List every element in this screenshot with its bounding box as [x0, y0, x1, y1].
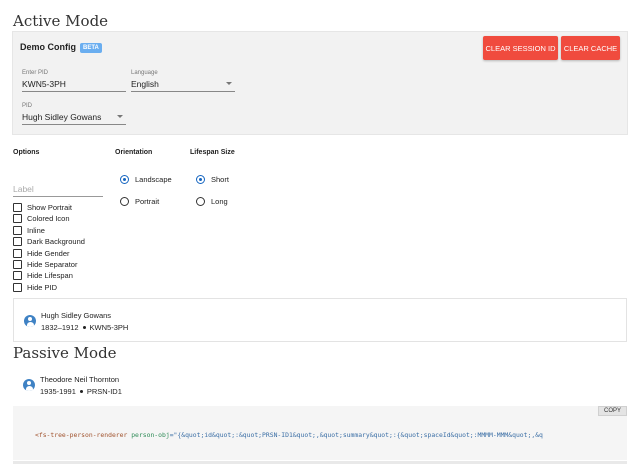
code-value: ="{&quot;id&quot;:&quot;PRSN-ID1&quot;,&…	[169, 431, 543, 439]
option-checkbox-row[interactable]: Colored Icon	[13, 213, 70, 224]
person-pid: PRSN-ID1	[86, 387, 122, 396]
lifespan-size-heading: Lifespan Size	[190, 149, 235, 156]
option-checkbox-row[interactable]: Dark Background	[13, 236, 85, 247]
separator-dot	[82, 325, 86, 329]
code-snippet-block: COPY <fs-tree-person-renderer person-obj…	[13, 406, 627, 460]
pid-label: PID	[22, 103, 33, 109]
enter-pid-label: Enter PID	[22, 70, 49, 76]
pid-selected: Hugh Sidley Gowans	[22, 112, 102, 122]
clear-session-id-button[interactable]: CLEAR SESSION ID	[483, 36, 558, 60]
orientation-heading: Orientation	[115, 149, 153, 156]
person-name: Hugh Sidley Gowans	[41, 311, 112, 320]
language-value[interactable]: English	[131, 79, 235, 92]
code-attr: person-obj	[131, 431, 170, 439]
demo-config-title: Demo Config BETA	[20, 42, 102, 53]
checkbox[interactable]	[13, 271, 22, 281]
lifespan-long-radio[interactable]: Long	[196, 196, 228, 207]
checkbox-label: Hide PID	[27, 282, 58, 292]
options-heading: Options	[13, 149, 40, 156]
radio-button-checked[interactable]	[120, 175, 129, 184]
separator-dot	[79, 389, 83, 393]
checkbox-label: Hide Lifespan	[27, 271, 73, 281]
checkbox[interactable]	[13, 225, 22, 235]
beta-badge: BETA	[80, 43, 102, 53]
checkbox-label: Hide Gender	[27, 248, 70, 258]
option-checkbox-row[interactable]: Inline	[13, 225, 45, 236]
checkbox[interactable]	[13, 260, 22, 269]
person-pid: KWN5-3PH	[89, 323, 129, 332]
language-label: Language	[131, 70, 158, 76]
lifespan-long-label: Long	[211, 197, 228, 206]
checkbox[interactable]	[13, 214, 22, 224]
checkbox-label: Colored Icon	[27, 214, 70, 224]
clear-cache-button[interactable]: CLEAR CACHE	[561, 36, 620, 60]
code-line: <fs-tree-person-renderer person-obj="{&q…	[35, 431, 543, 439]
person-meta: 1935-1991 PRSN-ID1	[40, 387, 122, 396]
radio-button[interactable]	[196, 197, 205, 206]
active-mode-title: Active Mode	[13, 12, 109, 30]
checkbox-label: Dark Background	[27, 237, 85, 247]
radio-button[interactable]	[120, 197, 129, 206]
enter-pid-input[interactable]: KWN5-3PH	[22, 79, 126, 92]
orientation-landscape-radio[interactable]: Landscape	[120, 174, 172, 185]
checkbox[interactable]	[13, 248, 22, 258]
checkbox-label: Show Portrait	[27, 203, 73, 212]
demo-config-label: Demo Config	[20, 42, 76, 52]
lifespan-short-radio[interactable]: Short	[196, 174, 229, 185]
horizontal-scrollbar[interactable]	[13, 461, 627, 464]
checkbox[interactable]	[13, 203, 22, 212]
orientation-landscape-label: Landscape	[135, 175, 172, 184]
option-checkbox-row[interactable]: Hide Gender	[13, 248, 70, 259]
pid-select[interactable]: PID Hugh Sidley Gowans	[22, 103, 126, 125]
orientation-portrait-label: Portrait	[135, 197, 160, 206]
person-name: Theodore Neil Thornton	[40, 375, 120, 384]
option-checkbox-row[interactable]: Show Portrait	[13, 202, 72, 213]
option-checkbox-row[interactable]: Hide Lifespan	[13, 270, 73, 281]
checkbox[interactable]	[13, 237, 22, 247]
orientation-portrait-radio[interactable]: Portrait	[120, 196, 159, 207]
language-select[interactable]: Language English	[131, 70, 235, 92]
person-icon	[23, 379, 35, 391]
passive-person-card[interactable]: Theodore Neil Thornton 1935-1991 PRSN-ID1	[13, 363, 627, 407]
copy-button[interactable]: COPY	[597, 406, 627, 416]
person-lifespan: 1832–1912	[41, 323, 79, 332]
demo-config-panel: Demo Config BETA CLEAR SESSION ID CLEAR C…	[12, 31, 628, 135]
checkbox[interactable]	[13, 282, 22, 292]
person-meta: 1832–1912 KWN5-3PH	[41, 323, 128, 332]
option-checkbox-row[interactable]: Hide Separator	[13, 259, 77, 270]
person-lifespan: 1935-1991	[40, 387, 76, 396]
lifespan-short-label: Short	[211, 175, 229, 184]
language-selected: English	[131, 79, 159, 89]
person-icon	[24, 315, 36, 327]
chevron-down-icon	[117, 115, 123, 118]
option-checkbox-row[interactable]: Hide PID	[13, 282, 57, 293]
checkbox-label: Hide Separator	[27, 260, 78, 269]
code-tag: <fs-tree-person-renderer	[35, 431, 128, 439]
label-input[interactable]: Label	[13, 184, 103, 197]
pid-value[interactable]: Hugh Sidley Gowans	[22, 112, 126, 125]
passive-mode-title: Passive Mode	[13, 344, 117, 362]
radio-button-checked[interactable]	[196, 175, 205, 184]
enter-pid-field[interactable]: Enter PID KWN5-3PH	[22, 70, 126, 92]
checkbox-label: Inline	[27, 225, 45, 235]
chevron-down-icon	[226, 82, 232, 85]
active-person-card[interactable]: Hugh Sidley Gowans 1832–1912 KWN5-3PH	[13, 298, 627, 342]
